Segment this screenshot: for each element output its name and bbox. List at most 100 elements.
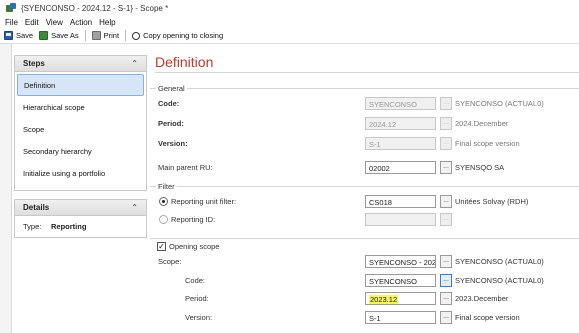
save-as-button[interactable]: Save As <box>39 31 79 40</box>
title-bar: {SYENCONSO - 2024.12 - S-1} - Scope * <box>0 0 579 16</box>
opening-scope-row: ✓ Opening scope <box>150 240 579 254</box>
side-strip <box>0 44 12 333</box>
filter-section: Filter <box>150 182 579 191</box>
reporting-unit-filter-description: Unitées Solvay (RDH) <box>455 197 529 206</box>
app-icon <box>6 3 16 13</box>
period-row: Period: 2024.12 ... 2024.December <box>150 117 579 131</box>
toolbar: Save Save As Print Copy opening to closi… <box>0 28 579 44</box>
code-browse-button: ... <box>440 97 452 110</box>
version-label: Version: <box>158 139 188 148</box>
copy-icon <box>132 31 141 40</box>
reporting-id-input <box>365 213 436 226</box>
toolbar-separator <box>125 30 127 41</box>
opening-version-browse-button[interactable]: ... <box>440 311 452 324</box>
code-description: SYENCONSO (ACTUAL0) <box>455 99 544 108</box>
collapse-icon[interactable]: ⌃ <box>131 59 138 68</box>
reporting-unit-filter-label: Reporting unit filter: <box>171 197 237 206</box>
menu-help[interactable]: Help <box>99 18 115 27</box>
opening-period-browse-button[interactable]: ... <box>440 292 452 305</box>
menu-action[interactable]: Action <box>70 18 92 27</box>
step-secondary-hierarchy[interactable]: Secondary hierarchy <box>17 140 144 162</box>
scope-input[interactable]: SYENCONSO - 2023.12 - S-1 <box>365 255 436 268</box>
save-button[interactable]: Save <box>4 31 33 40</box>
menu-view[interactable]: View <box>46 18 63 27</box>
step-definition[interactable]: Definition <box>17 74 144 96</box>
step-scope[interactable]: Scope <box>17 118 144 140</box>
opening-scope-checkbox[interactable]: ✓ <box>157 242 166 251</box>
save-as-label: Save As <box>51 31 79 40</box>
copy-opening-label: Copy opening to closing <box>143 31 224 40</box>
type-label: Type: <box>23 222 42 231</box>
main-parent-description: SYENSQO SA <box>455 163 505 172</box>
scope-browse-button[interactable]: ... <box>440 255 452 268</box>
opening-code-label: Code: <box>185 276 206 285</box>
opening-code-description: SYENCONSO (ACTUAL0) <box>455 276 544 285</box>
print-icon <box>91 31 101 40</box>
reporting-id-radio[interactable] <box>159 215 168 224</box>
version-browse-button: ... <box>440 137 452 150</box>
menu-file[interactable]: File <box>5 18 18 27</box>
main-parent-input[interactable]: 02002 <box>365 161 436 174</box>
window-title: {SYENCONSO - 2024.12 - S-1} - Scope * <box>21 3 169 13</box>
opening-code-browse-button[interactable]: ... <box>440 274 452 287</box>
reporting-unit-filter-radio[interactable] <box>159 197 168 206</box>
menu-edit[interactable]: Edit <box>25 18 39 27</box>
opening-version-input[interactable]: S-1 <box>365 311 436 324</box>
collapse-icon[interactable]: ⌃ <box>131 203 138 212</box>
main-parent-row: Main parent RU: 02002 ... SYENSQO SA <box>150 161 579 175</box>
general-title: General <box>156 84 187 93</box>
opening-section <box>150 238 579 239</box>
opening-code-row: Code: SYENCONSO ... SYENCONSO (ACTUAL0) <box>150 274 579 288</box>
step-hierarchical-scope[interactable]: Hierarchical scope <box>17 96 144 118</box>
opening-version-label: Version: <box>185 313 213 322</box>
opening-period-value: 2023.12 <box>369 295 399 304</box>
period-label: Period: <box>158 119 184 128</box>
period-field: 2024.12 <box>365 117 436 130</box>
toolbar-separator <box>84 30 86 41</box>
steps-header[interactable]: Steps ⌃ <box>15 56 146 72</box>
save-as-icon <box>39 31 49 40</box>
steps-panel: Steps ⌃ Definition Hierarchical scope Sc… <box>14 55 147 191</box>
copy-opening-button[interactable]: Copy opening to closing <box>132 31 223 40</box>
opening-version-row: Version: S-1 ... Final scope version <box>150 311 579 325</box>
code-row: Code: SYENCONSO ... SYENCONSO (ACTUAL0) <box>150 97 579 111</box>
version-field: S-1 <box>365 137 436 150</box>
left-panel: Steps ⌃ Definition Hierarchical scope Sc… <box>14 55 147 333</box>
period-browse-button: ... <box>440 117 452 130</box>
step-initialize-portfolio[interactable]: Initialize using a portfolio <box>17 162 144 184</box>
menu-bar: File Edit View Action Help <box>0 16 123 28</box>
scope-label: Scope: <box>158 257 182 266</box>
reporting-id-browse-button: ... <box>440 213 452 226</box>
title-divider <box>155 72 579 73</box>
opening-period-input[interactable]: 2023.12 <box>365 292 436 305</box>
opening-version-description: Final scope version <box>455 313 520 322</box>
reporting-unit-filter-input[interactable]: CS018 <box>365 195 436 208</box>
page-title: Definition <box>155 54 214 70</box>
period-description: 2024.December <box>455 119 509 128</box>
details-panel: Details ⌃ Type: Reporting <box>14 199 147 238</box>
code-field: SYENCONSO <box>365 97 436 110</box>
reporting-id-row: Reporting ID: ... <box>150 213 579 227</box>
reporting-id-label: Reporting ID: <box>171 215 216 224</box>
opening-period-description: 2023.December <box>455 294 509 303</box>
reporting-unit-filter-browse-button[interactable]: ... <box>440 195 452 208</box>
save-label: Save <box>16 31 34 40</box>
opening-period-row: Period: 2023.12 ... 2023.December <box>150 292 579 306</box>
reporting-unit-filter-row: Reporting unit filter: CS018 ... Unitées… <box>150 195 579 209</box>
main-parent-browse-button[interactable]: ... <box>440 161 452 174</box>
general-section: General <box>150 84 579 93</box>
opening-scope-label: Opening scope <box>169 242 220 251</box>
steps-title: Steps <box>23 59 45 68</box>
code-label: Code: <box>158 99 180 108</box>
details-header[interactable]: Details ⌃ <box>15 200 146 216</box>
type-value: Reporting <box>51 222 87 231</box>
main-parent-label: Main parent RU: <box>158 163 213 172</box>
print-label: Print <box>103 31 120 40</box>
filter-title: Filter <box>156 182 177 191</box>
opening-code-input[interactable]: SYENCONSO <box>365 274 436 287</box>
scope-description: SYENCONSO (ACTUAL0) <box>455 257 544 266</box>
opening-scope-field-row: Scope: SYENCONSO - 2023.12 - S-1 ... SYE… <box>150 255 579 269</box>
print-button[interactable]: Print <box>91 31 120 40</box>
details-title: Details <box>23 203 50 212</box>
version-row: Version: S-1 ... Final scope version <box>150 137 579 151</box>
